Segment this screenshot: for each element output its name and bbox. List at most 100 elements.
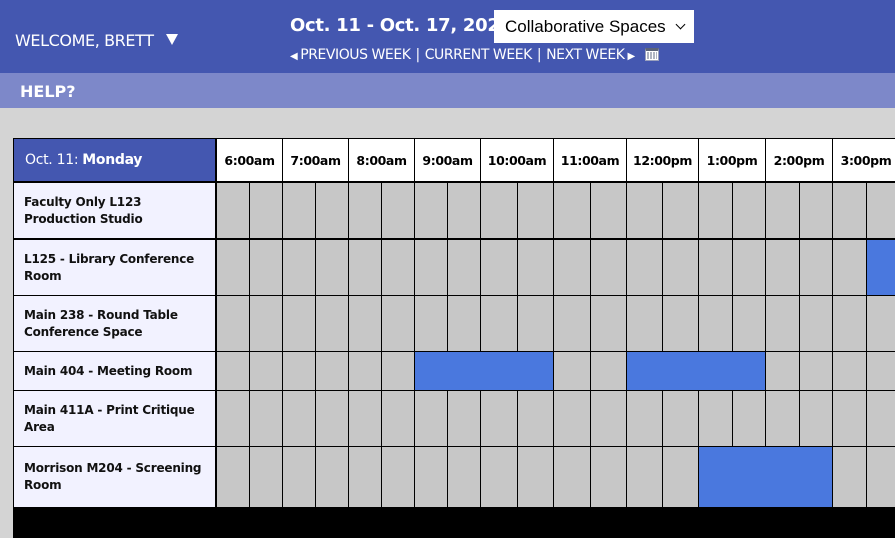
time-slot[interactable]	[349, 352, 381, 390]
time-slot[interactable]	[481, 183, 517, 238]
room-label[interactable]: L125 - Library Conference Room	[14, 240, 215, 295]
time-slot[interactable]	[250, 352, 282, 390]
time-slot[interactable]	[867, 447, 895, 507]
room-label[interactable]: Morrison M204 - Screening Room	[14, 447, 215, 507]
time-slot[interactable]	[833, 447, 866, 507]
time-slot[interactable]	[382, 183, 414, 238]
time-slot[interactable]	[867, 352, 895, 390]
time-slot[interactable]	[217, 447, 249, 507]
space-type-select[interactable]: Collaborative Spaces	[494, 10, 694, 43]
user-menu[interactable]: WELCOME, BRETT	[15, 31, 178, 50]
time-slot[interactable]	[415, 240, 447, 295]
time-slot[interactable]	[283, 183, 315, 238]
time-slot[interactable]	[554, 296, 590, 351]
booking-block[interactable]	[699, 447, 832, 507]
time-slot[interactable]	[316, 352, 348, 390]
time-slot[interactable]	[217, 391, 249, 446]
time-slot[interactable]	[833, 391, 866, 446]
time-slot[interactable]	[481, 447, 517, 507]
time-slot[interactable]	[518, 391, 553, 446]
time-slot[interactable]	[833, 352, 866, 390]
booking-block[interactable]	[627, 352, 765, 390]
time-slot[interactable]	[316, 240, 348, 295]
time-slot[interactable]	[627, 391, 662, 446]
time-slot[interactable]	[627, 240, 662, 295]
time-slot[interactable]	[627, 447, 662, 507]
time-slot[interactable]	[554, 447, 590, 507]
time-slot[interactable]	[766, 183, 799, 238]
time-slot[interactable]	[217, 352, 249, 390]
time-slot[interactable]	[415, 447, 447, 507]
time-slot[interactable]	[250, 183, 282, 238]
time-slot[interactable]	[518, 296, 553, 351]
time-slot[interactable]	[766, 352, 799, 390]
time-slot[interactable]	[699, 183, 732, 238]
time-slot[interactable]	[481, 296, 517, 351]
time-slot[interactable]	[800, 352, 832, 390]
time-slot[interactable]	[448, 447, 480, 507]
time-slot[interactable]	[800, 296, 832, 351]
time-slot[interactable]	[699, 296, 732, 351]
time-slot[interactable]	[481, 391, 517, 446]
time-slot[interactable]	[518, 183, 553, 238]
time-slot[interactable]	[518, 240, 553, 295]
time-slot[interactable]	[800, 183, 832, 238]
time-slot[interactable]	[766, 240, 799, 295]
time-slot[interactable]	[699, 240, 732, 295]
time-slot[interactable]	[554, 240, 590, 295]
time-slot[interactable]	[554, 391, 590, 446]
time-slot[interactable]	[733, 240, 765, 295]
time-slot[interactable]	[217, 183, 249, 238]
time-slot[interactable]	[283, 240, 315, 295]
time-slot[interactable]	[349, 296, 381, 351]
time-slot[interactable]	[448, 240, 480, 295]
time-slot[interactable]	[382, 240, 414, 295]
time-slot[interactable]	[250, 296, 282, 351]
time-slot[interactable]	[867, 391, 895, 446]
time-slot[interactable]	[382, 352, 414, 390]
room-label[interactable]: Main 411A - Print Critique Area	[14, 391, 215, 446]
time-slot[interactable]	[627, 296, 662, 351]
time-slot[interactable]	[766, 296, 799, 351]
time-slot[interactable]	[448, 296, 480, 351]
time-slot[interactable]	[867, 296, 895, 351]
time-slot[interactable]	[448, 391, 480, 446]
time-slot[interactable]	[733, 391, 765, 446]
booking-block[interactable]	[867, 240, 895, 295]
time-slot[interactable]	[382, 447, 414, 507]
time-slot[interactable]	[591, 352, 626, 390]
time-slot[interactable]	[415, 391, 447, 446]
time-slot[interactable]	[554, 352, 590, 390]
time-slot[interactable]	[591, 240, 626, 295]
time-slot[interactable]	[663, 447, 698, 507]
time-slot[interactable]	[833, 183, 866, 238]
time-slot[interactable]	[800, 391, 832, 446]
time-slot[interactable]	[349, 183, 381, 238]
previous-week-link[interactable]: ◀ PREVIOUS WEEK	[290, 47, 411, 63]
room-label[interactable]: Main 238 - Round Table Conference Space	[14, 296, 215, 351]
time-slot[interactable]	[448, 183, 480, 238]
time-slot[interactable]	[283, 296, 315, 351]
time-slot[interactable]	[591, 183, 626, 238]
time-slot[interactable]	[415, 296, 447, 351]
time-slot[interactable]	[250, 240, 282, 295]
time-slot[interactable]	[283, 352, 315, 390]
time-slot[interactable]	[382, 296, 414, 351]
time-slot[interactable]	[699, 391, 732, 446]
time-slot[interactable]	[800, 240, 832, 295]
room-label[interactable]: Faculty Only L123 Production Studio	[14, 183, 215, 238]
time-slot[interactable]	[554, 183, 590, 238]
time-slot[interactable]	[627, 183, 662, 238]
time-slot[interactable]	[250, 391, 282, 446]
time-slot[interactable]	[415, 183, 447, 238]
time-slot[interactable]	[283, 447, 315, 507]
time-slot[interactable]	[663, 296, 698, 351]
time-slot[interactable]	[591, 447, 626, 507]
time-slot[interactable]	[217, 240, 249, 295]
time-slot[interactable]	[349, 391, 381, 446]
time-slot[interactable]	[867, 183, 895, 238]
time-slot[interactable]	[481, 240, 517, 295]
time-slot[interactable]	[663, 240, 698, 295]
time-slot[interactable]	[833, 296, 866, 351]
next-week-link[interactable]: NEXT WEEK ▶	[546, 47, 635, 63]
